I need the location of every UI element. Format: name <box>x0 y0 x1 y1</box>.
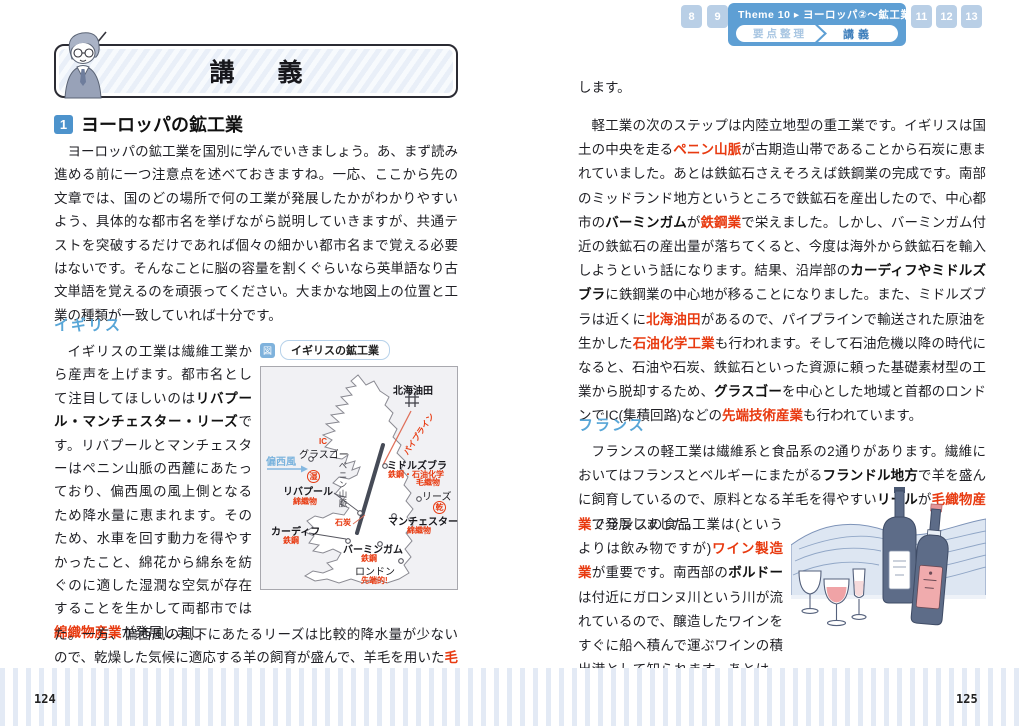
map-label-manchester-industry: 綿織物 <box>407 526 431 535</box>
teacher-illustration <box>52 28 122 105</box>
page-number-right: 125 <box>956 692 978 706</box>
tab-theme-11[interactable]: 11 <box>911 5 932 28</box>
footer-stripes <box>0 668 1023 726</box>
tab-lecture[interactable]: 講義 <box>818 25 898 42</box>
lecture-banner-title: 講 義 <box>209 59 321 87</box>
map-label-liverpool-industry: 綿織物 <box>293 497 317 506</box>
map-label-cardiff-industry: 鉄鋼 <box>283 536 299 545</box>
right-top-line: します。 <box>578 80 631 95</box>
uk-figure: 図 イギリスの鉱工業 北海油田 パイプライン IC グラスゴー 偏西風 湿 リバ… <box>260 340 458 644</box>
figure-caption-text: イギリスの鉱工業 <box>280 340 390 360</box>
book-spread: 8 9 Theme 10 ▸ ヨーロッパ②〜鉱工業〜 要点整理 講義 11 12… <box>0 0 1023 726</box>
map-label-pennines: ペニン山脈 <box>338 461 348 509</box>
tab-summary[interactable]: 要点整理 <box>736 25 824 42</box>
section-number-badge: 1 <box>54 114 73 134</box>
figure-caption: 図 イギリスの鉱工業 <box>260 340 458 360</box>
map-label-westerlies: 偏西風 <box>266 457 296 468</box>
map-label-glasgow-ic: IC <box>319 437 327 446</box>
figure-icon: 図 <box>260 342 275 358</box>
uk-map: 北海油田 パイプライン IC グラスゴー 偏西風 湿 リバプール 綿織物 ミドル… <box>260 366 458 590</box>
section-heading: 1 ヨーロッパの鉱工業 <box>54 111 243 137</box>
section-title: ヨーロッパの鉱工業 <box>81 115 243 135</box>
map-label-leeds-industry: 毛織物 <box>416 478 440 487</box>
map-label-glasgow: グラスゴー <box>299 450 349 461</box>
tab-theme-9[interactable]: 9 <box>707 5 728 28</box>
theme-tab: Theme 10 ▸ ヨーロッパ②〜鉱工業〜 要点整理 講義 <box>728 3 923 46</box>
map-label-london-note: 先端的! <box>361 576 388 585</box>
theme-title: Theme 10 ▸ ヨーロッパ②〜鉱工業〜 <box>738 9 923 21</box>
intro-paragraph: ヨーロッパの鉱工業を国別に学んでいきましょう。あ、まず読み進める前に一つ注意点を… <box>54 144 458 323</box>
map-label-wet-badge: 湿 <box>307 470 320 483</box>
france-heading: フランス <box>578 417 646 434</box>
wine-illustration <box>790 485 987 660</box>
uk-column-text: イギリスの工業は繊維工業から産声を上げます。都市名として注目してほしいのはリバプ… <box>54 344 252 640</box>
uk-heading: イギリス <box>54 317 123 334</box>
tab-theme-13[interactable]: 13 <box>961 5 982 28</box>
map-label-coal: 石炭 <box>335 518 351 527</box>
heavy-industry-paragraph: 軽工業の次のステップは内陸立地型の重工業です。イギリスは国土の中央を走るペニン山… <box>578 118 987 424</box>
map-label-north-sea-oilfield: 北海油田 <box>393 386 433 397</box>
tab-theme-8[interactable]: 8 <box>681 5 702 28</box>
page-number-left: 124 <box>34 692 56 706</box>
tab-theme-12[interactable]: 12 <box>936 5 957 28</box>
